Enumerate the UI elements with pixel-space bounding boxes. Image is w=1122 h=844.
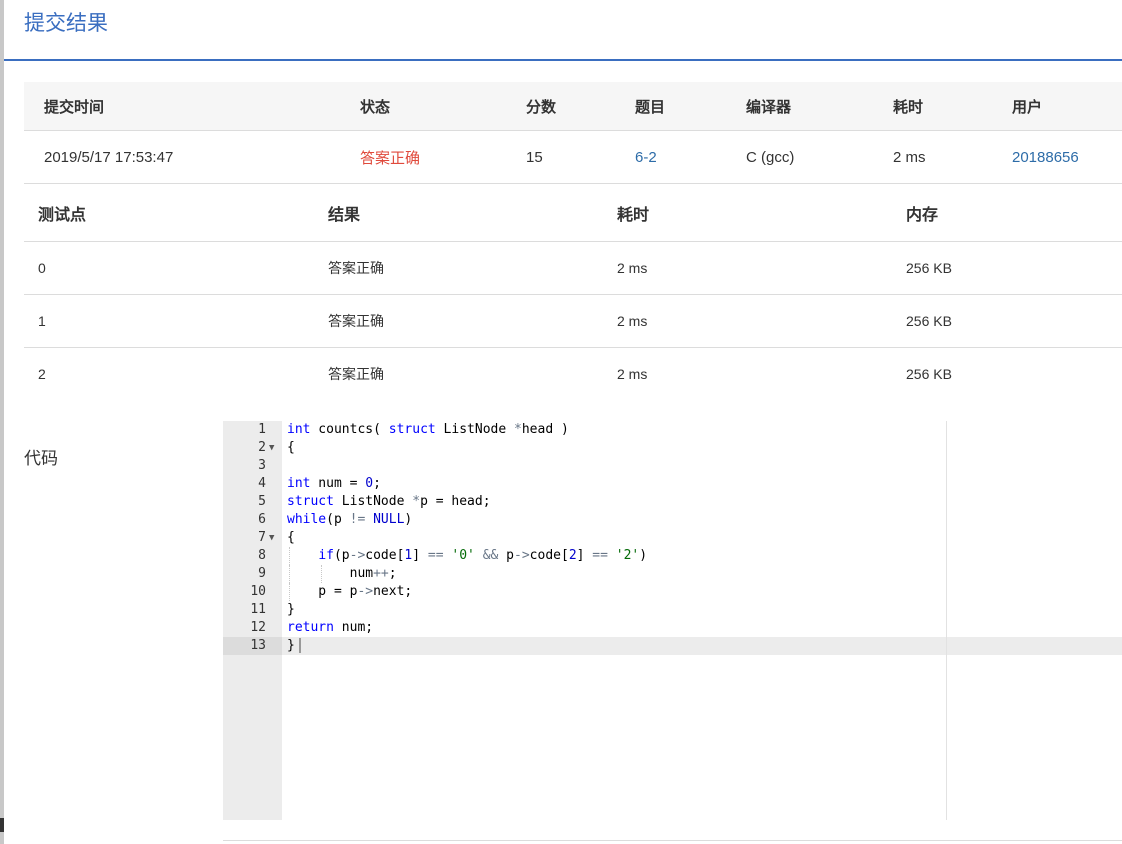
code-text: {: [287, 440, 295, 455]
line-number: 12: [250, 620, 266, 635]
user-link[interactable]: 20188656: [1012, 131, 1079, 183]
code-text: }: [287, 637, 301, 655]
code-line: 5 struct ListNode *p = head;: [223, 493, 1122, 511]
fold-toggle-icon[interactable]: ▼: [269, 529, 279, 547]
line-number: 13: [250, 638, 266, 653]
code-line: 6 while(p != NULL): [223, 511, 1122, 529]
code-line: 9 num++;: [223, 565, 1122, 583]
test-time: 2 ms: [617, 260, 648, 276]
table-row: 0 答案正确 2 ms 256 KB: [24, 242, 1122, 295]
code-line: 2 ▼ {: [223, 439, 1122, 457]
test-id: 1: [38, 313, 46, 329]
window-left-edge: [0, 0, 4, 844]
code-text: p = p->next;: [287, 584, 413, 599]
line-number: 4: [258, 476, 266, 491]
code-text: struct ListNode *p = head;: [287, 494, 491, 509]
code-text: while(p != NULL): [287, 512, 413, 527]
header-submit-time: 提交时间: [44, 98, 105, 116]
submission-summary-table: 提交时间 状态 分数 题目 编译器 耗时 用户 2019/5/17 17:53:…: [24, 82, 1122, 184]
code-text: if(p->code[1] == '0' && p->code[2] == '2…: [318, 548, 648, 563]
line-number: 1: [258, 422, 266, 437]
header-result: 结果: [328, 207, 361, 224]
text-cursor: [298, 638, 301, 653]
window-left-edge-mark: [0, 818, 4, 832]
code-line: 1 int countcs( struct ListNode *head ): [223, 421, 1122, 439]
test-result: 答案正确: [328, 260, 384, 276]
code-line: 8 if(p->code[1] == '0' && p->code[2] == …: [223, 547, 1122, 565]
header-problem: 题目: [635, 98, 666, 116]
test-result: 答案正确: [328, 366, 384, 382]
header-status: 状态: [360, 98, 391, 116]
header-duration: 耗时: [893, 98, 924, 116]
status-badge: 答案正确: [360, 149, 421, 167]
code-editor[interactable]: 1 int countcs( struct ListNode *head ) 2…: [223, 421, 1122, 820]
header-compiler: 编译器: [746, 98, 792, 116]
line-number: 5: [258, 494, 266, 509]
code-line: 3: [223, 457, 1122, 475]
code-text: return num;: [287, 620, 374, 635]
line-number: 11: [250, 602, 266, 617]
header-memory: 内存: [906, 207, 939, 224]
table-row: 1 答案正确 2 ms 256 KB: [24, 295, 1122, 348]
summary-row: 2019/5/17 17:53:47 答案正确 15 6-2 C (gcc) 2…: [24, 131, 1122, 184]
code-line: 11 }: [223, 601, 1122, 619]
header-user: 用户: [1012, 98, 1043, 116]
tests-header-row: 测试点 结果 耗时 内存: [24, 185, 1122, 242]
code-line: 13 }: [223, 637, 1122, 655]
duration: 2 ms: [893, 148, 926, 166]
code-line: 7 ▼ {: [223, 529, 1122, 547]
page-title: 提交结果: [24, 12, 108, 35]
line-number: 3: [258, 458, 266, 473]
code-text: num++;: [287, 566, 397, 581]
test-result: 答案正确: [328, 313, 384, 329]
code-label: 代码: [24, 449, 58, 468]
summary-header-row: 提交时间 状态 分数 题目 编译器 耗时 用户: [24, 82, 1122, 131]
problem-link[interactable]: 6-2: [635, 131, 657, 183]
code-line: 4 int num = 0;: [223, 475, 1122, 493]
line-number: 6: [258, 512, 266, 527]
line-number: 10: [250, 584, 266, 599]
line-number: 8: [258, 548, 266, 563]
test-id: 0: [38, 260, 46, 276]
test-memory: 256 KB: [906, 260, 952, 276]
test-memory: 256 KB: [906, 313, 952, 329]
code-text: int num = 0;: [287, 476, 381, 491]
page-header: 提交结果: [4, 0, 1122, 61]
compiler: C (gcc): [746, 148, 795, 166]
code-text: int countcs( struct ListNode *head ): [287, 422, 569, 437]
line-number: 9: [258, 566, 266, 581]
submit-time: 2019/5/17 17:53:47: [44, 148, 174, 166]
score: 15: [526, 148, 543, 166]
fold-toggle-icon[interactable]: ▼: [269, 439, 279, 457]
header-time: 耗时: [617, 207, 650, 224]
test-memory: 256 KB: [906, 366, 952, 382]
test-id: 2: [38, 366, 46, 382]
test-time: 2 ms: [617, 313, 648, 329]
header-test-point: 测试点: [38, 207, 87, 224]
line-number: 7: [258, 530, 266, 545]
code-text: }: [287, 602, 295, 617]
test-cases-table: 测试点 结果 耗时 内存 0 答案正确 2 ms 256 KB 1 答案正确 2…: [24, 185, 1122, 400]
editor-bottom-border: [223, 840, 1122, 841]
header-score: 分数: [526, 98, 557, 116]
code-line: 12 return num;: [223, 619, 1122, 637]
table-row: 2 答案正确 2 ms 256 KB: [24, 348, 1122, 400]
line-number: 2: [258, 440, 266, 455]
test-time: 2 ms: [617, 366, 648, 382]
code-line: 10 p = p->next;: [223, 583, 1122, 601]
code-text: {: [287, 530, 295, 545]
